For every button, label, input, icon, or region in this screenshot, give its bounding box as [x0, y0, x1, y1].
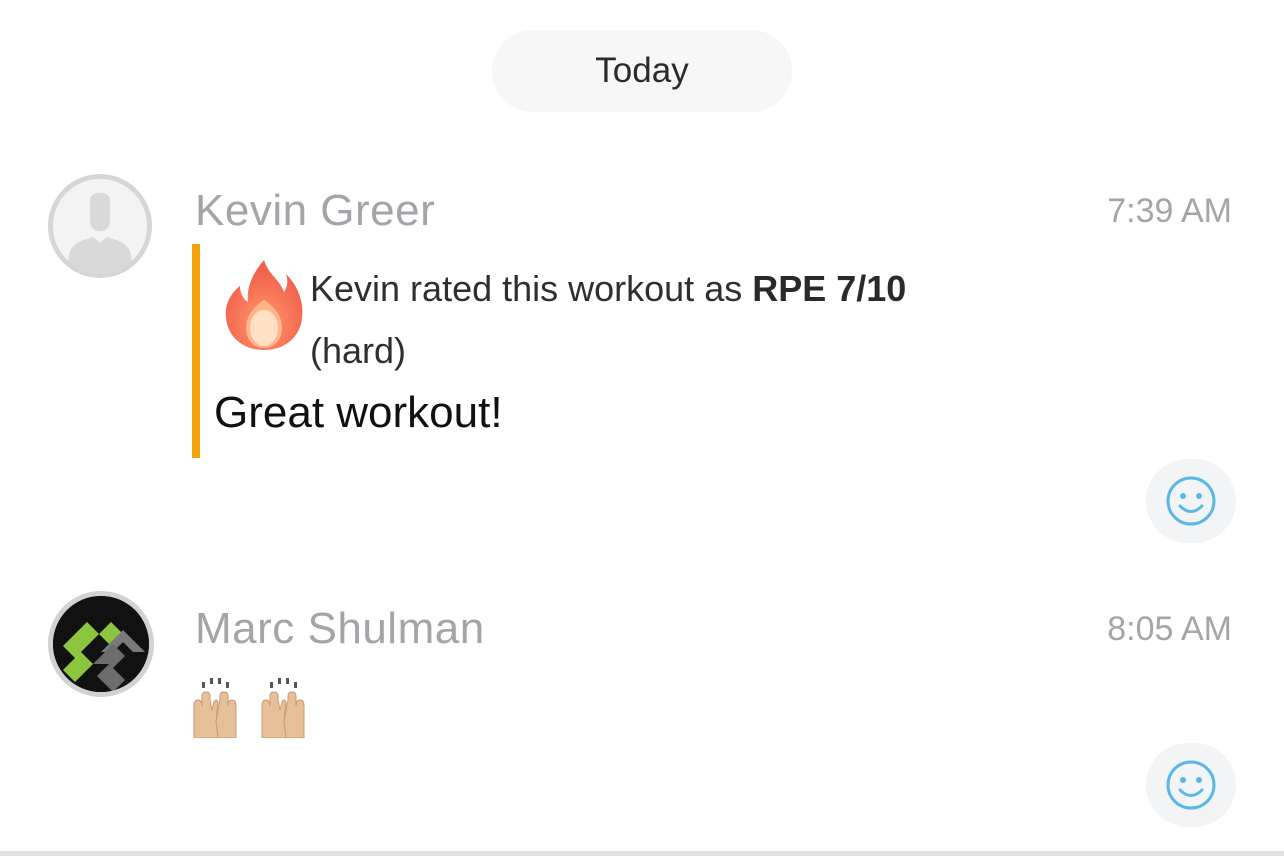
fire-icon [222, 256, 306, 352]
raised-hands-icon [190, 676, 330, 738]
date-divider: Today [492, 30, 792, 112]
add-reaction-button[interactable] [1146, 459, 1236, 543]
smiley-icon [1166, 476, 1216, 526]
sender-name: Marc Shulman [195, 604, 485, 653]
add-reaction-button[interactable] [1146, 743, 1236, 827]
avatar[interactable] [48, 174, 152, 278]
workout-rating-block: Kevin rated this workout as RPE 7/10 (ha… [192, 244, 1100, 458]
rating-text: Kevin rated this workout as RPE 7/10 [310, 268, 906, 310]
bottom-divider [0, 851, 1284, 856]
sf-logo [53, 596, 149, 692]
sender-name: Kevin Greer [195, 186, 436, 235]
message-timestamp: 8:05 AM [1107, 610, 1232, 648]
message-text: Great workout! [214, 388, 503, 437]
smiley-icon [1166, 760, 1216, 810]
avatar[interactable] [48, 591, 154, 697]
rating-difficulty: (hard) [310, 330, 407, 371]
date-divider-label: Today [595, 51, 689, 90]
rpe-score: RPE 7/10 [752, 268, 907, 309]
message-timestamp: 7:39 AM [1107, 192, 1232, 230]
rating-text-prefix: Kevin rated this workout as [310, 268, 753, 309]
default-user-icon [53, 179, 147, 273]
